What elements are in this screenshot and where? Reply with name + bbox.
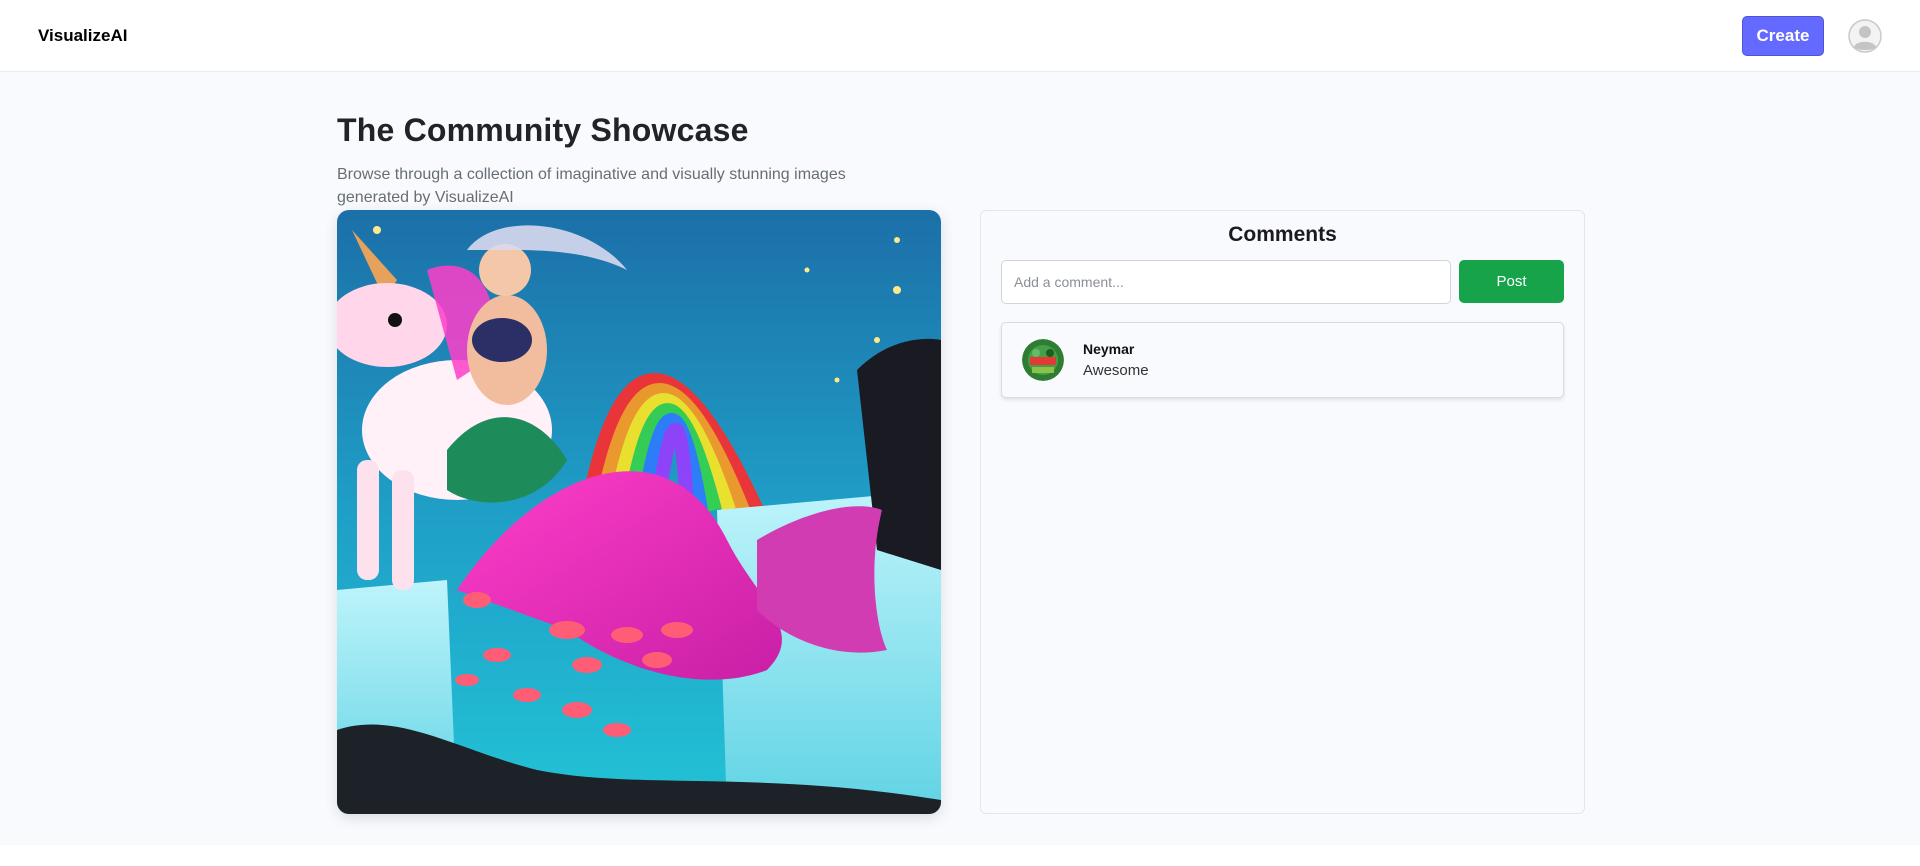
generated-artwork-image: [337, 210, 941, 814]
showcase-intro: The Community Showcase Browse through a …: [337, 112, 897, 209]
comment-input[interactable]: [1001, 260, 1451, 304]
page-title: The Community Showcase: [337, 112, 749, 148]
page-subtitle: Browse through a collection of imaginati…: [337, 166, 846, 206]
commenter-avatar-image: [1022, 339, 1064, 381]
commenter-avatar: [1022, 339, 1064, 381]
post-comment-button[interactable]: Post: [1459, 260, 1564, 303]
showcase-image: [337, 210, 941, 814]
header-actions: Create: [1742, 15, 1882, 56]
comment-body: Neymar Awesome: [1083, 341, 1149, 379]
comments-panel: Comments Post Neymar Awesome: [980, 210, 1585, 814]
main-content: The Community Showcase Browse through a …: [0, 72, 1920, 845]
logo[interactable]: VisualizeAI: [38, 26, 127, 46]
comment-item: Neymar Awesome: [1001, 322, 1564, 398]
comment-text: Awesome: [1083, 362, 1149, 379]
create-button[interactable]: Create: [1742, 15, 1824, 56]
comment-author: Neymar: [1083, 341, 1135, 357]
top-navbar: VisualizeAI Create: [0, 0, 1920, 72]
comments-title: Comments: [1228, 223, 1337, 246]
user-avatar-icon[interactable]: [1848, 18, 1882, 53]
comment-form: Post: [1001, 260, 1564, 304]
